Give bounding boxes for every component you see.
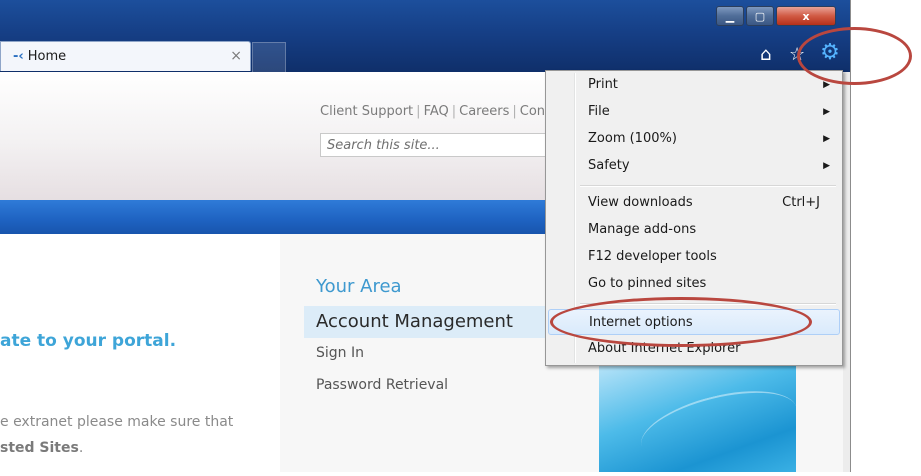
menu-shortcut: Ctrl+J: [782, 195, 820, 210]
menu-item-safety[interactable]: Safety ▶: [548, 153, 840, 179]
top-nav-link[interactable]: Con: [520, 104, 545, 119]
tab-close-button[interactable]: ×: [230, 48, 242, 64]
menu-item-label: View downloads: [588, 195, 693, 210]
menu-item-view-downloads[interactable]: View downloads Ctrl+J: [548, 190, 840, 216]
notice-period: .: [78, 440, 84, 456]
nav-separator: |: [512, 104, 517, 119]
maximize-button[interactable]: ▢: [746, 6, 774, 26]
top-nav: Client Support | FAQ | Careers | Con: [320, 104, 545, 119]
menu-item-pinned-sites[interactable]: Go to pinned sites: [548, 271, 840, 297]
nav-separator: |: [416, 104, 421, 119]
promo-banner-image: [599, 366, 796, 472]
menu-item-label: Go to pinned sites: [588, 276, 707, 291]
site-search-input[interactable]: Search this site...: [320, 133, 560, 157]
menu-item-print[interactable]: Print ▶: [548, 72, 840, 98]
top-nav-link[interactable]: Careers: [459, 104, 509, 119]
notice-text-2: sted Sites.: [0, 440, 83, 456]
menu-item-label: Safety: [588, 158, 630, 173]
menu-item-label: Manage add-ons: [588, 222, 697, 237]
page-scrollbar[interactable]: [843, 72, 850, 472]
password-retrieval-link[interactable]: Password Retrieval: [316, 377, 448, 393]
menu-item-file[interactable]: File ▶: [548, 99, 840, 125]
tab-title: Home: [27, 49, 67, 64]
menu-item-label: File: [588, 104, 610, 119]
submenu-arrow-icon: ▶: [823, 107, 830, 117]
annotation-ellipse-gear: [797, 27, 912, 85]
top-nav-link[interactable]: FAQ: [424, 104, 449, 119]
sign-in-link[interactable]: Sign In: [316, 345, 364, 361]
home-icon[interactable]: ⌂: [760, 44, 771, 65]
close-window-button[interactable]: x: [776, 6, 836, 26]
menu-item-label: Print: [588, 77, 618, 92]
menu-item-label: Zoom (100%): [588, 131, 677, 146]
your-area-heading: Your Area: [316, 276, 402, 297]
minimize-button[interactable]: ▁: [716, 6, 744, 26]
top-nav-link[interactable]: Client Support: [320, 104, 413, 119]
nav-separator: |: [451, 104, 457, 119]
welcome-heading: ate to your portal.: [0, 331, 177, 351]
browser-tab-home[interactable]: -‹ Home ×: [0, 41, 251, 71]
notice-text: e extranet please make sure that: [0, 414, 234, 430]
new-tab-button[interactable]: [252, 42, 286, 72]
menu-item-manage-addons[interactable]: Manage add-ons: [548, 217, 840, 243]
menu-item-label: F12 developer tools: [588, 249, 717, 264]
submenu-arrow-icon: ▶: [823, 161, 830, 171]
window-controls: ▁ ▢ x: [716, 6, 848, 26]
site-favicon-icon: -‹: [13, 49, 24, 64]
annotation-ellipse-internet-options: [550, 297, 812, 347]
account-management-link[interactable]: Account Management: [304, 306, 554, 338]
menu-item-zoom[interactable]: Zoom (100%) ▶: [548, 126, 840, 152]
menu-separator: [580, 185, 836, 187]
menu-item-f12-developer-tools[interactable]: F12 developer tools: [548, 244, 840, 270]
submenu-arrow-icon: ▶: [823, 134, 830, 144]
welcome-panel: [0, 234, 280, 472]
trusted-sites-text: sted Sites: [0, 440, 79, 456]
